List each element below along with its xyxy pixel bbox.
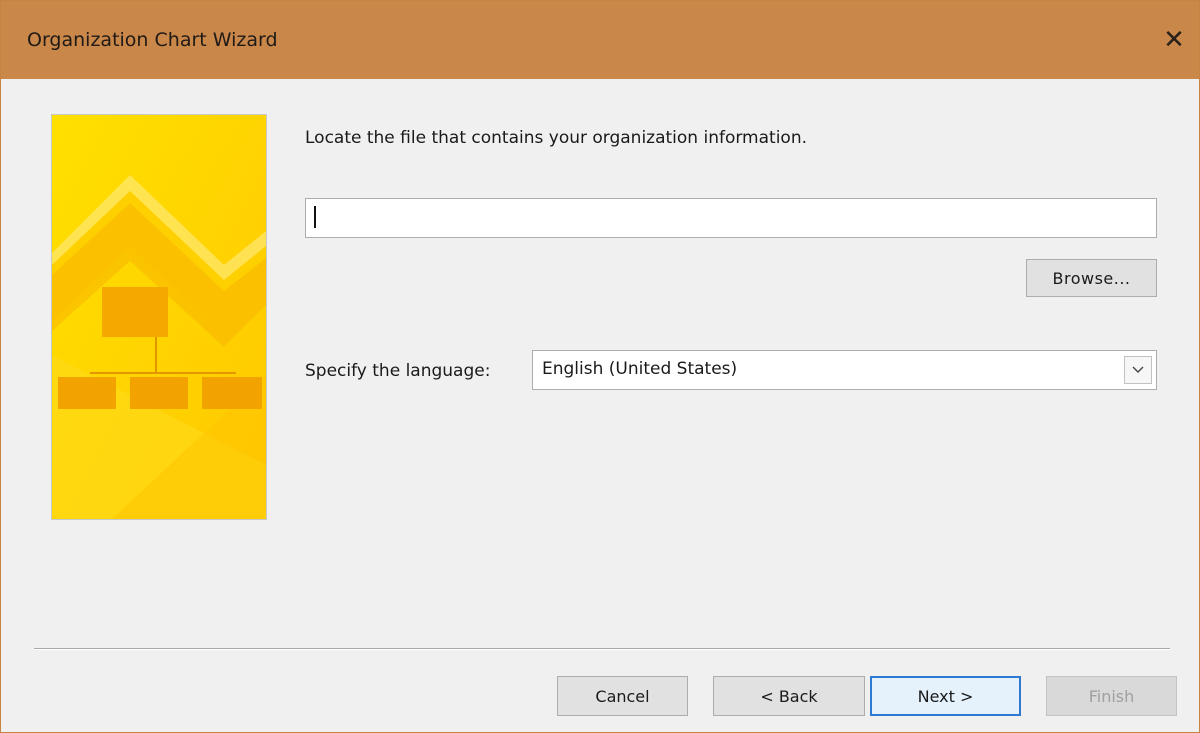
language-label: Specify the language: — [305, 361, 491, 381]
back-button[interactable]: < Back — [713, 676, 865, 716]
language-select[interactable]: English (United States) — [532, 350, 1157, 390]
org-chart-illustration-icon — [52, 115, 266, 519]
dialog-title: Organization Chart Wizard — [27, 29, 278, 51]
text-caret — [314, 206, 316, 228]
wizard-dialog: Organization Chart Wizard ✕ Locate the f… — [0, 0, 1200, 733]
close-button[interactable]: ✕ — [1149, 15, 1199, 65]
instruction-text: Locate the file that contains your organ… — [305, 128, 808, 148]
wizard-illustration — [51, 114, 267, 520]
cancel-button[interactable]: Cancel — [557, 676, 688, 716]
browse-button[interactable]: Browse... — [1026, 259, 1157, 297]
finish-button[interactable]: Finish — [1046, 676, 1177, 716]
next-button[interactable]: Next > — [870, 676, 1021, 716]
close-icon: ✕ — [1163, 25, 1185, 55]
language-selected-value: English (United States) — [542, 359, 738, 379]
title-bar: Organization Chart Wizard ✕ — [1, 1, 1199, 79]
file-path-input[interactable] — [305, 198, 1157, 238]
chevron-down-icon — [1132, 366, 1144, 373]
dropdown-button[interactable] — [1124, 356, 1152, 384]
footer-divider — [34, 648, 1170, 650]
